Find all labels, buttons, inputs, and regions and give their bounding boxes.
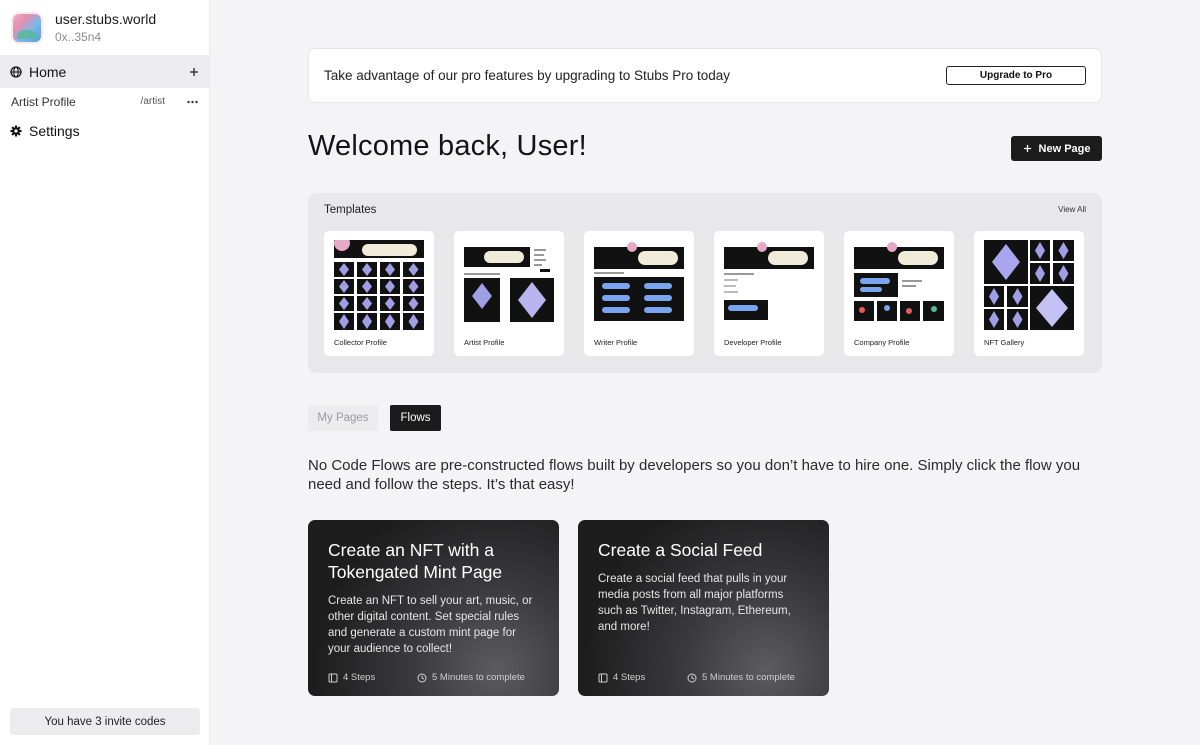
flow-card-nft-mint[interactable]: Create an NFT with a Tokengated Mint Pag…	[308, 520, 559, 696]
upgrade-to-pro-button[interactable]: Upgrade to Pro	[946, 66, 1086, 85]
plus-icon	[1023, 144, 1032, 153]
invite-codes-button[interactable]: You have 3 invite codes	[10, 708, 200, 735]
template-name: Artist Profile	[464, 338, 505, 347]
sidebar-item-artist-profile[interactable]: Artist Profile /artist	[0, 88, 209, 115]
template-card-developer-profile[interactable]: Developer Profile	[714, 231, 824, 356]
steps-icon	[598, 673, 608, 683]
new-page-button[interactable]: New Page	[1011, 136, 1102, 161]
template-name: Developer Profile	[724, 338, 782, 347]
upgrade-banner-text: Take advantage of our pro features by up…	[324, 68, 731, 83]
upgrade-banner: Take advantage of our pro features by up…	[308, 48, 1102, 103]
new-page-label: New Page	[1038, 142, 1091, 155]
flow-card-social-feed[interactable]: Create a Social Feed Create a social fee…	[578, 520, 829, 696]
sidebar-item-settings[interactable]: Settings	[0, 115, 209, 147]
add-page-plus-icon[interactable]	[189, 67, 199, 77]
avatar	[13, 13, 41, 42]
templates-title: Templates	[324, 204, 377, 216]
tab-flows[interactable]: Flows	[390, 405, 441, 431]
globe-icon	[10, 65, 22, 78]
tab-my-pages[interactable]: My Pages	[308, 405, 378, 431]
more-horizontal-icon[interactable]	[187, 100, 198, 104]
clock-icon	[417, 673, 427, 683]
flows-description: No Code Flows are pre-constructed flows …	[308, 457, 1081, 493]
company-profile-thumbnail	[854, 242, 944, 321]
sidebar: user.stubs.world 0x..35n4 Home Artist Pr…	[0, 0, 210, 745]
template-card-nft-gallery[interactable]: NFT Gallery	[974, 231, 1084, 356]
sidebar-item-label: Settings	[29, 123, 80, 139]
flow-title: Create an NFT with a Tokengated Mint Pag…	[328, 540, 503, 582]
steps-icon	[328, 673, 338, 683]
collector-profile-thumbnail	[334, 240, 424, 330]
developer-profile-thumbnail	[724, 242, 814, 320]
flow-title: Create a Social Feed	[598, 540, 763, 560]
page-title: Welcome back, User!	[308, 130, 587, 162]
template-name: Collector Profile	[334, 338, 387, 347]
sidebar-item-home[interactable]: Home	[0, 55, 209, 88]
flow-meta: 4 Steps 5 Minutes to complete	[598, 672, 813, 683]
flow-steps: 4 Steps	[613, 672, 646, 683]
nft-gallery-thumbnail	[984, 240, 1074, 330]
artist-profile-thumbnail	[464, 247, 554, 322]
clock-icon	[687, 673, 697, 683]
flow-steps: 4 Steps	[343, 672, 376, 683]
page-slug: /artist	[140, 96, 165, 107]
sidebar-item-label: Artist Profile	[11, 94, 76, 109]
flow-description: Create a social feed that pulls in your …	[598, 573, 791, 633]
template-card-artist-profile[interactable]: Artist Profile	[454, 231, 564, 356]
writer-profile-thumbnail	[594, 242, 684, 321]
account-name: user.stubs.world	[55, 10, 157, 27]
templates-panel: Templates View All Collector Profile Art…	[308, 193, 1102, 373]
template-name: Writer Profile	[594, 338, 638, 347]
template-name: NFT Gallery	[984, 338, 1025, 347]
sidebar-item-label: Home	[29, 63, 67, 80]
template-card-writer-profile[interactable]: Writer Profile	[584, 231, 694, 356]
account-address: 0x..35n4	[55, 29, 102, 44]
flow-description: Create an NFT to sell your art, music, o…	[328, 595, 533, 655]
gear-icon	[10, 125, 22, 137]
template-card-company-profile[interactable]: Company Profile	[844, 231, 954, 356]
flow-time: 5 Minutes to complete	[432, 672, 525, 683]
view-all-link[interactable]: View All	[1058, 205, 1086, 214]
account-switcher[interactable]: user.stubs.world 0x..35n4	[0, 0, 209, 55]
template-name: Company Profile	[854, 338, 910, 347]
flow-meta: 4 Steps 5 Minutes to complete	[328, 672, 543, 683]
flow-time: 5 Minutes to complete	[702, 672, 795, 683]
template-card-collector-profile[interactable]: Collector Profile	[324, 231, 434, 356]
